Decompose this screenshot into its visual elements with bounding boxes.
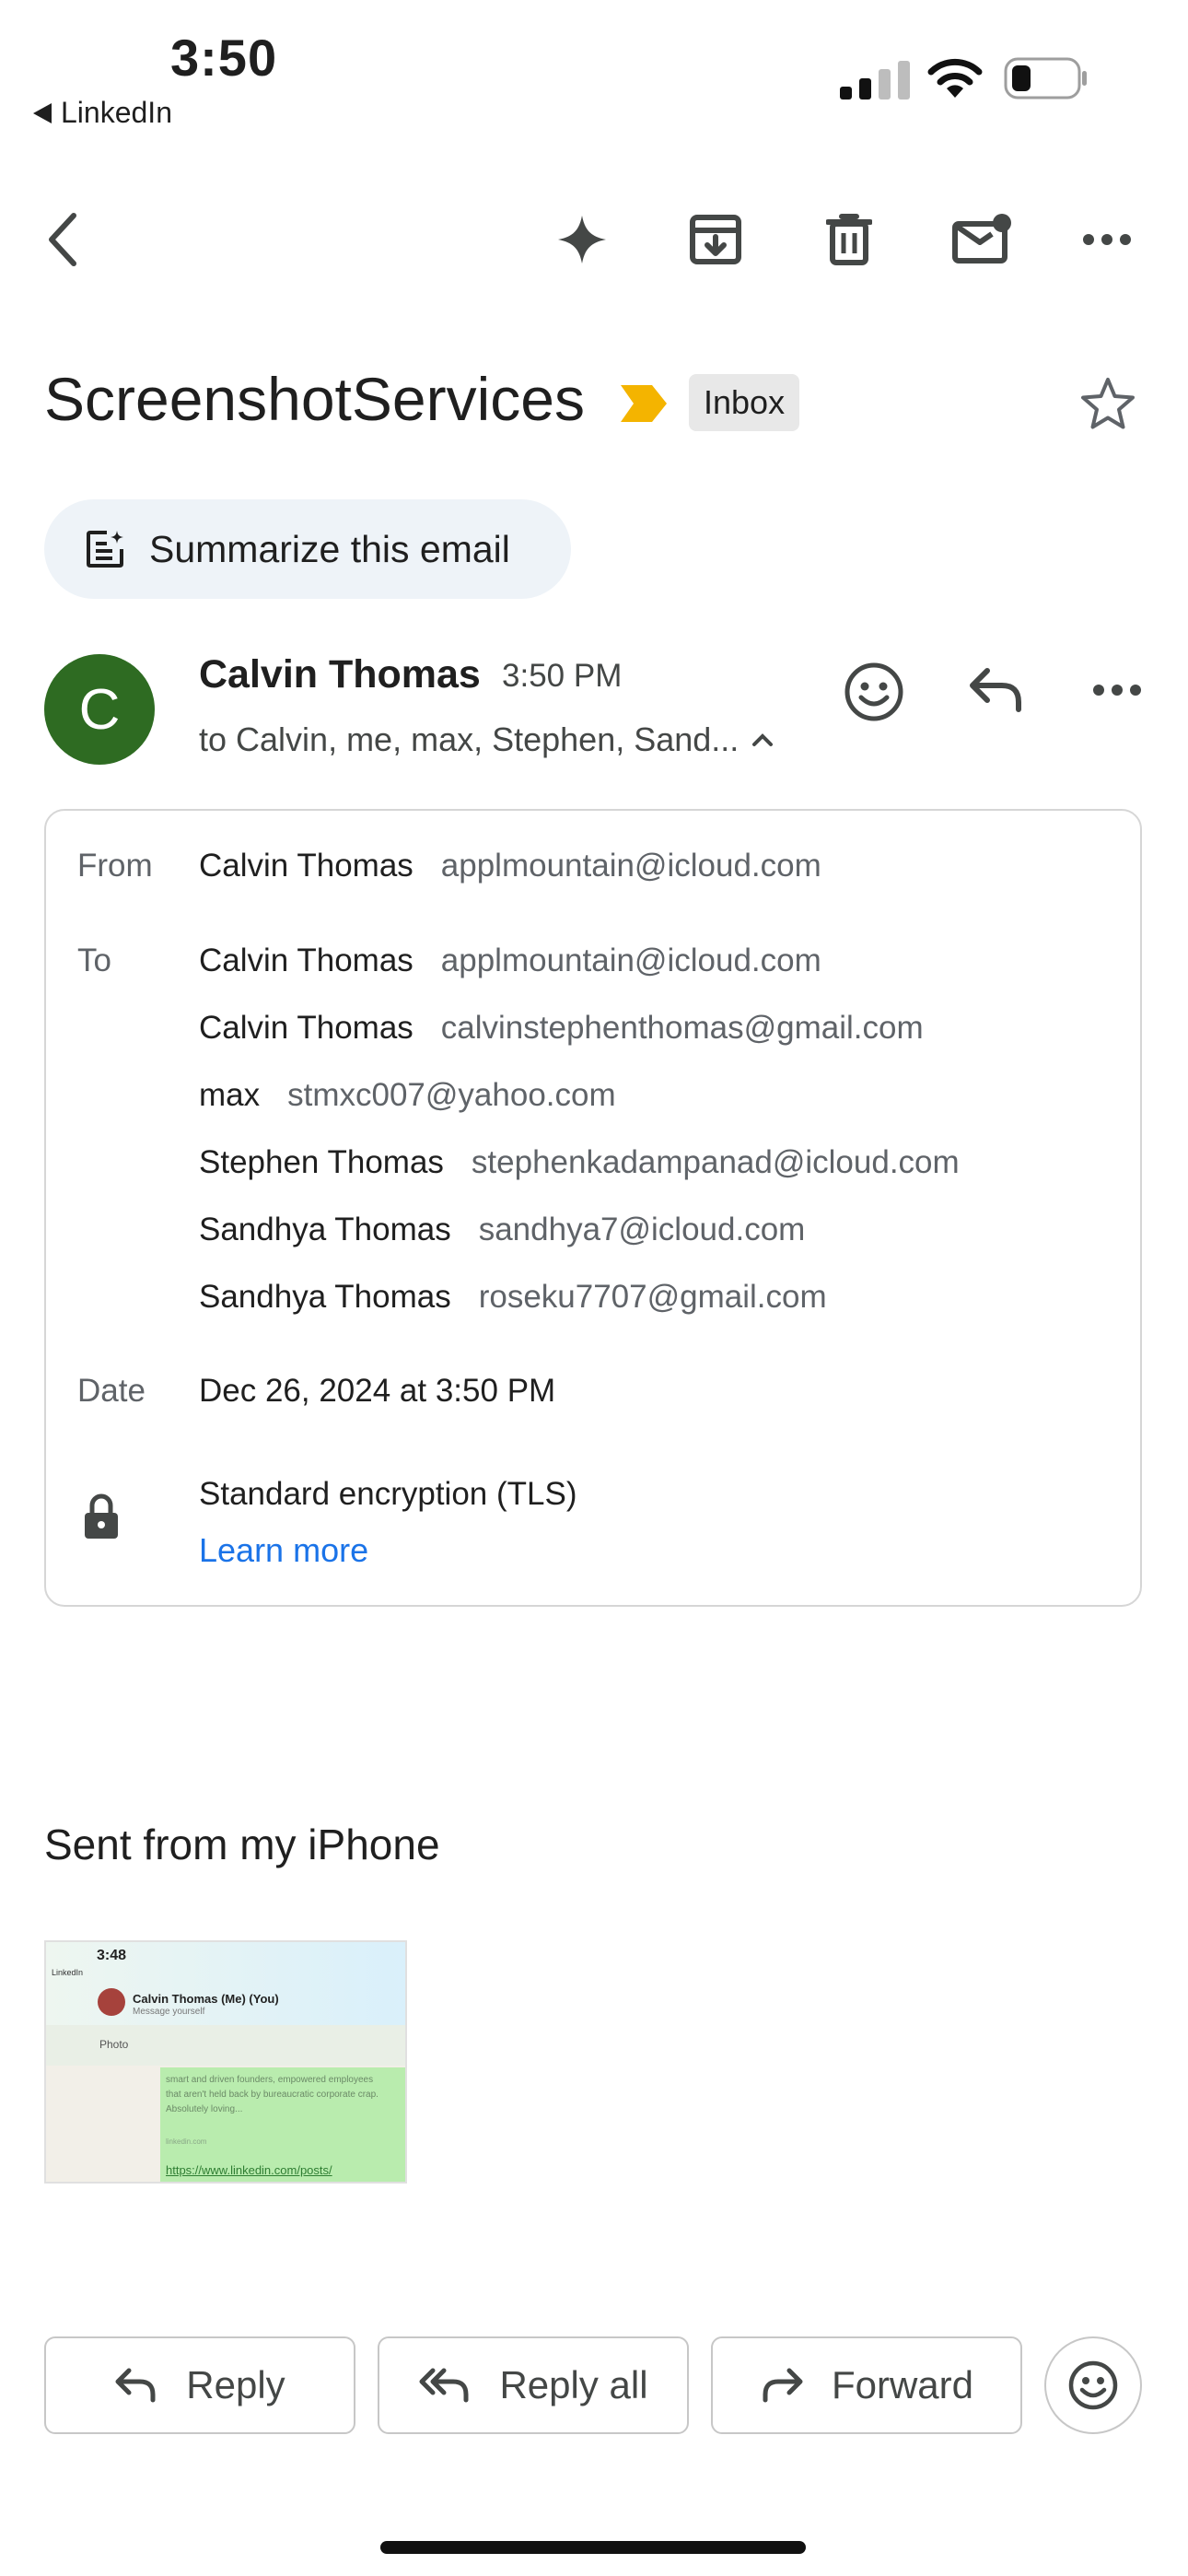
learn-more-link[interactable]: Learn more	[199, 1531, 368, 1570]
sent-time: 3:50 PM	[502, 658, 623, 694]
recipient-row: Calvin Thomas applmountain@icloud.com	[199, 943, 821, 979]
recipient-row: Stephen Thomas stephenkadampanad@icloud.…	[199, 1144, 960, 1181]
thumb-app: LinkedIn	[52, 1968, 84, 1977]
forward-label: Forward	[831, 2363, 974, 2406]
more-horizontal-icon	[1083, 234, 1131, 245]
thumb-message: smart and driven founders, empowered emp…	[166, 2075, 379, 2114]
sparkle-icon	[558, 216, 606, 263]
back-app-label: LinkedIn	[61, 96, 172, 129]
mail-unread-icon	[952, 214, 1011, 263]
status-time: 3:50	[170, 29, 278, 87]
lock-icon	[85, 1493, 118, 1539]
sender-name[interactable]: Calvin Thomas	[199, 652, 481, 697]
thumb-time: 3:48	[97, 1948, 127, 1963]
from-name[interactable]: Calvin Thomas	[199, 848, 413, 884]
chevron-left-icon	[49, 213, 76, 266]
recipient-row: Sandhya Thomas roseku7707@gmail.com	[199, 1279, 827, 1316]
recipient-email[interactable]: stmxc007@yahoo.com	[287, 1077, 616, 1114]
forward-arrow-icon	[763, 2368, 803, 2403]
recipient-name[interactable]: Sandhya Thomas	[199, 1212, 451, 1248]
recipient-row: max stmxc007@yahoo.com	[199, 1077, 616, 1114]
thumb-link: https://www.linkedin.com/posts/	[166, 2163, 332, 2177]
thumb-photo-label: Photo	[99, 2038, 129, 2051]
reply-all-label: Reply all	[499, 2363, 648, 2406]
recipient-email[interactable]: applmountain@icloud.com	[441, 943, 821, 979]
back-to-app[interactable]: LinkedIn	[33, 96, 172, 130]
reply-all-icon	[419, 2368, 469, 2403]
inbox-label-chip[interactable]: Inbox	[689, 374, 800, 431]
mark-unread-button[interactable]	[945, 203, 1019, 276]
recipient-row: Sandhya Thomas sandhya7@icloud.com	[199, 1212, 805, 1248]
summary-sparkle-icon	[87, 531, 123, 568]
wifi-icon	[927, 58, 983, 98]
attachment-thumbnail[interactable]: 3:48 LinkedIn Calvin Thomas (Me) (You) M…	[44, 1940, 407, 2184]
encryption-status: Standard encryption (TLS)	[199, 1476, 577, 1512]
cellular-signal-icon	[840, 61, 910, 100]
thumb-avatar	[98, 1988, 125, 2016]
recipient-email[interactable]: sandhya7@icloud.com	[479, 1212, 806, 1248]
reply-arrow-icon	[115, 2368, 156, 2403]
recipient-email[interactable]: stephenkadampanad@icloud.com	[472, 1144, 960, 1181]
recipient-name[interactable]: max	[199, 1077, 260, 1114]
recipient-email[interactable]: roseku7707@gmail.com	[479, 1279, 827, 1316]
reply-icon[interactable]	[967, 665, 1024, 713]
to-label: To	[77, 943, 111, 978]
summarize-email-button[interactable]: Summarize this email	[44, 499, 571, 599]
thumb-subtitle: Message yourself	[133, 2007, 205, 2017]
emoji-icon	[1068, 2360, 1118, 2410]
recipient-name[interactable]: Sandhya Thomas	[199, 1279, 451, 1316]
thumb-contact: Calvin Thomas (Me) (You)	[133, 1992, 279, 2006]
archive-button[interactable]	[679, 203, 752, 276]
recipient-name[interactable]: Calvin Thomas	[199, 943, 413, 979]
forward-button[interactable]: Forward	[711, 2336, 1022, 2434]
from-label: From	[77, 848, 153, 884]
message-more-icon[interactable]	[1092, 684, 1142, 697]
recipients-summary: to Calvin, me, max, Stephen, Sand...	[199, 720, 740, 758]
reply-label: Reply	[186, 2363, 285, 2406]
recipients-toggle[interactable]: to Calvin, me, max, Stephen, Sand...	[199, 720, 774, 759]
add-reaction-icon[interactable]	[844, 662, 904, 722]
recipient-email[interactable]: calvinstephenthomas@gmail.com	[441, 1010, 924, 1047]
back-triangle-icon	[33, 102, 52, 123]
emoji-reaction-button[interactable]	[1044, 2336, 1142, 2434]
home-indicator[interactable]	[380, 2541, 806, 2554]
star-icon[interactable]	[1079, 376, 1136, 431]
sender-avatar[interactable]: C	[44, 654, 155, 765]
trash-icon	[826, 214, 872, 265]
email-subject: ScreenshotServices	[44, 365, 585, 433]
summarize-label: Summarize this email	[149, 527, 510, 570]
importance-marker-icon[interactable]	[619, 383, 669, 424]
from-row: Calvin Thomas applmountain@icloud.com	[199, 848, 821, 884]
delete-button[interactable]	[812, 203, 886, 276]
archive-icon	[690, 215, 741, 264]
thumb-source: linkedin.com	[166, 2137, 207, 2146]
date-label: Date	[77, 1373, 146, 1409]
from-email[interactable]: applmountain@icloud.com	[441, 848, 821, 884]
date-value: Dec 26, 2024 at 3:50 PM	[199, 1373, 556, 1409]
more-options-button[interactable]	[1070, 203, 1144, 276]
reply-button[interactable]: Reply	[44, 2336, 355, 2434]
back-button[interactable]	[26, 203, 99, 276]
chevron-up-icon	[752, 733, 774, 746]
recipient-row: Calvin Thomas calvinstephenthomas@gmail.…	[199, 1010, 924, 1047]
gemini-sparkle-button[interactable]	[545, 203, 619, 276]
recipient-name[interactable]: Stephen Thomas	[199, 1144, 444, 1181]
battery-icon	[1004, 57, 1087, 100]
recipient-name[interactable]: Calvin Thomas	[199, 1010, 413, 1047]
reply-all-button[interactable]: Reply all	[378, 2336, 689, 2434]
email-body-text: Sent from my iPhone	[44, 1821, 440, 1868]
